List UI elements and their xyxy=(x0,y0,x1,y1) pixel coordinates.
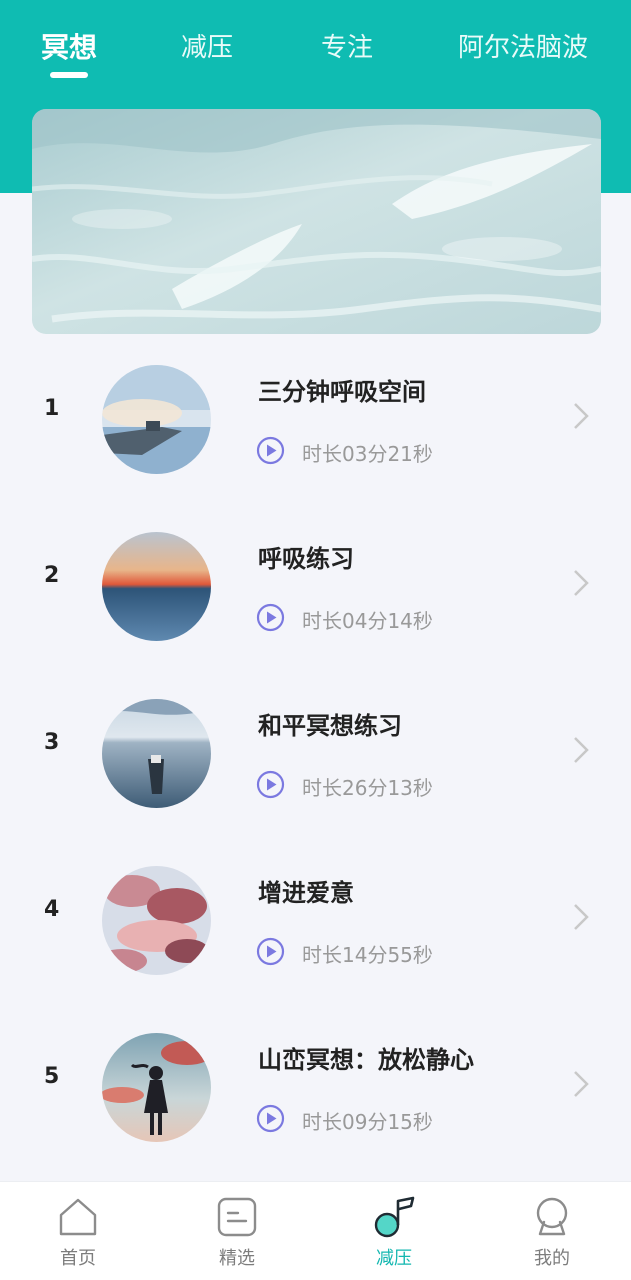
track-rank: 2 xyxy=(44,563,60,588)
chevron-right-icon xyxy=(574,904,589,930)
track-title: 和平冥想练习 xyxy=(258,712,402,740)
track-row-1[interactable]: 1 三分钟呼吸空间 时长03分21秒 xyxy=(0,340,631,500)
bottom-navigation: 首页 精选 减压 我的 xyxy=(0,1181,631,1280)
track-rank: 5 xyxy=(44,1064,60,1089)
track-rank: 4 xyxy=(44,897,60,922)
track-title: 呼吸练习 xyxy=(258,545,354,573)
misty-lake-thumbnail xyxy=(102,365,211,474)
chevron-right-icon xyxy=(574,403,589,429)
tab-alpha-waves[interactable]: 阿尔法脑波 xyxy=(458,28,588,68)
track-title: 三分钟呼吸空间 xyxy=(258,378,426,406)
play-circle-icon[interactable] xyxy=(256,436,285,465)
track-row-5[interactable]: 5 山峦冥想：放松静心 时长09分15秒 xyxy=(0,1008,631,1168)
nav-home[interactable]: 首页 xyxy=(28,1182,128,1280)
nav-profile-label: 我的 xyxy=(534,1248,570,1269)
track-duration: 时长03分21秒 xyxy=(302,442,433,466)
sunset-sea-thumbnail xyxy=(102,532,211,641)
chevron-right-icon xyxy=(574,737,589,763)
tab-stress-relief[interactable]: 减压 xyxy=(181,28,233,68)
track-row-3[interactable]: 3 和平冥想练习 时长26分13秒 xyxy=(0,674,631,834)
play-circle-icon[interactable] xyxy=(256,603,285,632)
banner-ocean-image[interactable] xyxy=(32,109,601,334)
home-icon xyxy=(59,1198,97,1236)
track-duration: 时长09分15秒 xyxy=(302,1110,433,1134)
play-circle-icon[interactable] xyxy=(256,770,285,799)
track-row-2[interactable]: 2 呼吸练习 时长04分14秒 xyxy=(0,507,631,667)
tab-meditation[interactable]: 冥想 xyxy=(41,28,97,68)
profile-icon xyxy=(536,1197,568,1236)
track-duration: 时长14分55秒 xyxy=(302,943,433,967)
chevron-right-icon xyxy=(574,1071,589,1097)
track-duration: 时长26分13秒 xyxy=(302,776,433,800)
nav-profile[interactable]: 我的 xyxy=(502,1182,602,1280)
track-title: 增进爱意 xyxy=(258,879,354,907)
tab-focus[interactable]: 专注 xyxy=(321,28,373,68)
nav-featured-label: 精选 xyxy=(219,1248,255,1269)
nav-featured[interactable]: 精选 xyxy=(187,1182,287,1280)
track-row-4[interactable]: 4 增进爱意 时长14分55秒 xyxy=(0,841,631,1001)
play-circle-icon[interactable] xyxy=(256,1104,285,1133)
pink-clouds-thumbnail xyxy=(102,866,211,975)
music-note-icon xyxy=(374,1196,415,1238)
nav-stress-relief[interactable]: 减压 xyxy=(344,1182,444,1280)
silhouette-girl-thumbnail xyxy=(102,1033,211,1142)
track-rank: 1 xyxy=(44,396,60,421)
track-rank: 3 xyxy=(44,730,60,755)
active-tab-indicator xyxy=(50,72,88,78)
chevron-right-icon xyxy=(574,570,589,596)
featured-icon xyxy=(217,1197,257,1237)
boat-on-lake-thumbnail xyxy=(102,699,211,808)
category-tabs: 冥想 减压 专注 阿尔法脑波 xyxy=(0,28,631,88)
play-circle-icon[interactable] xyxy=(256,937,285,966)
track-title: 山峦冥想：放松静心 xyxy=(258,1046,474,1074)
nav-stress-relief-label: 减压 xyxy=(376,1248,412,1269)
track-duration: 时长04分14秒 xyxy=(302,609,433,633)
nav-home-label: 首页 xyxy=(60,1248,96,1269)
